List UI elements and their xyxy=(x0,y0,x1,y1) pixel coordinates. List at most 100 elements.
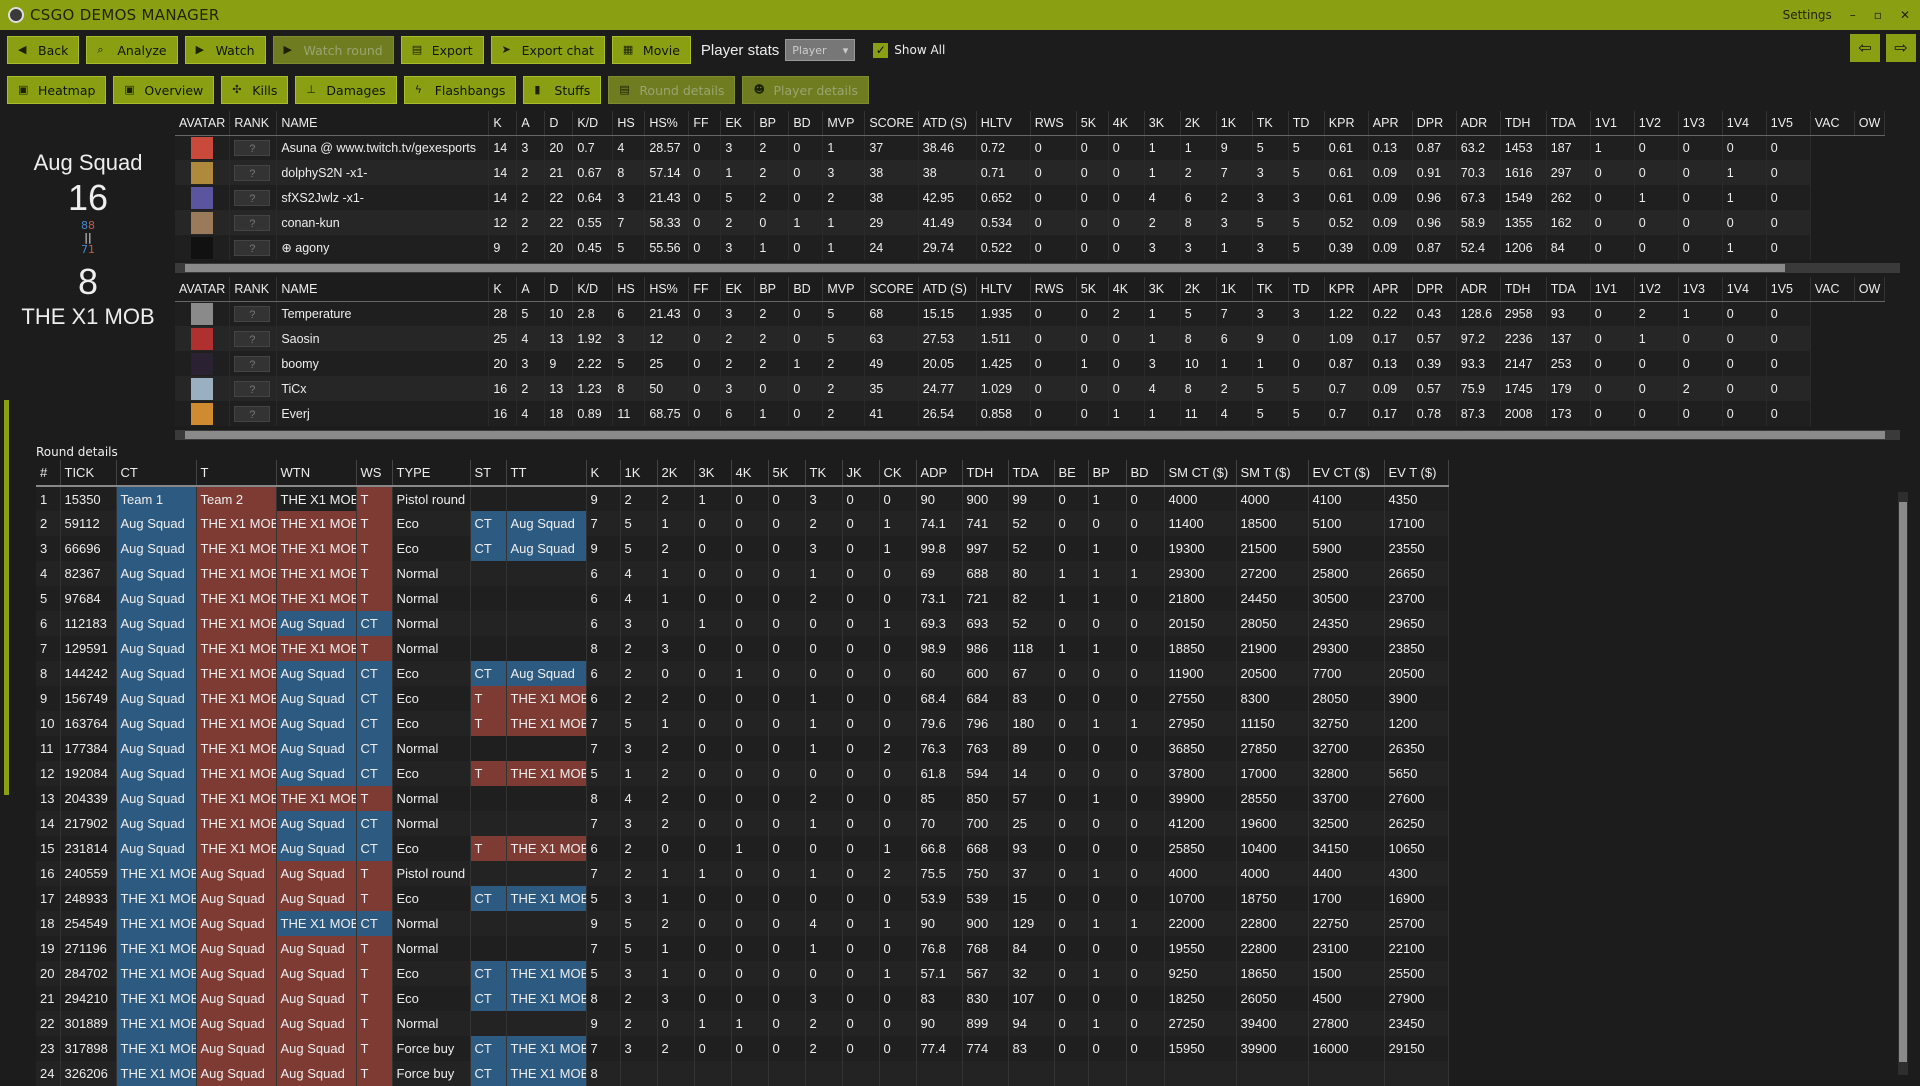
column-header[interactable]: K xyxy=(488,111,518,136)
player-row[interactable]: ? sfXS2Jwlz -x1- 14 2 22 0.64 3 21.43 0 5 2 0 2 38 42.… xyxy=(175,185,1885,210)
damages-button[interactable]: ⊥ Damages xyxy=(295,76,397,104)
column-header[interactable]: D xyxy=(544,111,574,136)
minimize-button[interactable]: – xyxy=(1850,8,1856,22)
column-header[interactable]: 2K xyxy=(1180,277,1217,302)
column-header[interactable]: NAME xyxy=(276,111,490,136)
flashbangs-button[interactable]: ϟ Flashbangs xyxy=(403,76,517,104)
column-header[interactable]: TDH xyxy=(1500,111,1547,136)
column-header[interactable]: 1V3 xyxy=(1678,277,1723,302)
column-header[interactable]: RWS xyxy=(1030,111,1077,136)
column-header[interactable]: TDA xyxy=(1546,277,1591,302)
round-row[interactable]: 14 217902 Aug Squad THE X1 MOB Aug Squad CT No… xyxy=(36,811,1449,836)
watch-button[interactable]: ▶ Watch xyxy=(184,36,266,64)
kills-button[interactable]: ✣ Kills xyxy=(221,76,289,104)
column-header[interactable]: HS xyxy=(612,111,646,136)
column-header[interactable]: 3K xyxy=(694,460,732,487)
heatmap-button[interactable]: ▣ Heatmap xyxy=(7,76,107,104)
column-header[interactable]: RANK xyxy=(229,111,278,136)
column-header[interactable]: FF xyxy=(688,277,722,302)
round-row[interactable]: 12 192084 Aug Squad THE X1 MOB Aug Squad CT Ec… xyxy=(36,761,1449,786)
show-all-checkbox[interactable]: ✓ xyxy=(873,42,889,58)
column-header[interactable]: HLTV xyxy=(976,277,1031,302)
round-row[interactable]: 16 240559 THE X1 MOB Aug Squad Aug Squad T Pis… xyxy=(36,861,1449,886)
column-header[interactable]: ST xyxy=(470,460,507,487)
column-header[interactable]: 1K xyxy=(620,460,658,487)
column-header[interactable]: ATD (S) xyxy=(918,111,977,136)
team1-horizontal-scrollbar[interactable] xyxy=(175,263,1900,273)
column-header[interactable]: 4K xyxy=(1108,277,1145,302)
column-header[interactable]: RANK xyxy=(229,277,278,302)
export-button[interactable]: ▤ Export xyxy=(400,36,484,64)
column-header[interactable]: TICK xyxy=(60,460,117,487)
round-row[interactable]: 4 82367 Aug Squad THE X1 MOB THE X1 MOB T Norm… xyxy=(36,561,1449,586)
column-header[interactable]: HS xyxy=(612,277,646,302)
round-row[interactable]: 1 15350 Team 1 Team 2 THE X1 MOB T Pistol roun… xyxy=(36,486,1449,511)
round-row[interactable]: 17 248933 THE X1 MOB Aug Squad Aug Squad T Eco… xyxy=(36,886,1449,911)
column-header[interactable]: TK xyxy=(1252,277,1289,302)
column-header[interactable]: 2K xyxy=(657,460,695,487)
analyze-button[interactable]: ⌕ Analyze xyxy=(86,36,178,64)
column-header[interactable]: BD xyxy=(788,111,824,136)
round-row[interactable]: 11 177384 Aug Squad THE X1 MOB Aug Squad CT No… xyxy=(36,736,1449,761)
column-header[interactable]: DPR xyxy=(1412,111,1457,136)
round-row[interactable]: 19 271196 THE X1 MOB Aug Squad Aug Squad T Nor… xyxy=(36,936,1449,961)
column-header[interactable]: BE xyxy=(1054,460,1089,487)
column-header[interactable]: BP xyxy=(1088,460,1127,487)
round-row[interactable]: 2 59112 Aug Squad THE X1 MOB THE X1 MOB T Eco C… xyxy=(36,511,1449,536)
column-header[interactable]: EV T ($) xyxy=(1384,460,1449,487)
column-header[interactable]: 1V1 xyxy=(1590,111,1635,136)
overview-button[interactable]: ▣ Overview xyxy=(113,76,215,104)
column-header[interactable]: 1V5 xyxy=(1766,277,1811,302)
column-header[interactable]: 1V5 xyxy=(1766,111,1811,136)
column-header[interactable]: TYPE xyxy=(392,460,471,487)
column-header[interactable]: TDH xyxy=(1500,277,1547,302)
column-header[interactable]: ADR xyxy=(1456,111,1501,136)
column-header[interactable]: HS% xyxy=(644,111,690,136)
column-header[interactable]: SCORE xyxy=(864,277,919,302)
round-row[interactable]: 24 326206 THE X1 MOB Aug Squad Aug Squad T For… xyxy=(36,1061,1449,1086)
export-chat-button[interactable]: ➤ Export chat xyxy=(490,36,605,64)
column-header[interactable]: SCORE xyxy=(864,111,919,136)
column-header[interactable]: ADP xyxy=(916,460,963,487)
column-header[interactable]: # xyxy=(36,460,61,487)
column-header[interactable]: EV CT ($) xyxy=(1308,460,1385,487)
nav-back-button[interactable]: ⇦ xyxy=(1850,34,1880,62)
column-header[interactable]: 4K xyxy=(731,460,769,487)
column-header[interactable]: 5K xyxy=(1076,277,1109,302)
column-header[interactable]: 1K xyxy=(1216,277,1253,302)
column-header[interactable]: BP xyxy=(754,111,790,136)
column-header[interactable]: TDH xyxy=(962,460,1009,487)
column-header[interactable]: K/D xyxy=(572,111,614,136)
round-row[interactable]: 7 129591 Aug Squad THE X1 MOB THE X1 MOB T Nor… xyxy=(36,636,1449,661)
column-header[interactable]: OW xyxy=(1854,111,1886,136)
round-row[interactable]: 18 254549 THE X1 MOB Aug Squad THE X1 MOB CT N… xyxy=(36,911,1449,936)
column-header[interactable]: EK xyxy=(720,277,756,302)
player-row[interactable]: ? conan-kun 12 2 22 0.55 7 58.33 0 2 0 1 1 29 41.49 0.5… xyxy=(175,210,1885,235)
column-header[interactable]: A xyxy=(516,111,546,136)
nav-forward-button[interactable]: ⇨ xyxy=(1886,34,1916,62)
round-row[interactable]: 10 163764 Aug Squad THE X1 MOB Aug Squad CT Ec… xyxy=(36,711,1449,736)
round-row[interactable]: 23 317898 THE X1 MOB Aug Squad Aug Squad T For… xyxy=(36,1036,1449,1061)
round-row[interactable]: 13 204339 Aug Squad THE X1 MOB THE X1 MOB T No… xyxy=(36,786,1449,811)
column-header[interactable]: 4K xyxy=(1108,111,1145,136)
column-header[interactable]: 5K xyxy=(768,460,806,487)
column-header[interactable]: TDA xyxy=(1546,111,1591,136)
column-header[interactable]: DPR xyxy=(1412,277,1457,302)
column-header[interactable]: VAC xyxy=(1810,277,1855,302)
round-row[interactable]: 21 294210 THE X1 MOB Aug Squad Aug Squad T Eco… xyxy=(36,986,1449,1011)
column-header[interactable]: EK xyxy=(720,111,756,136)
column-header[interactable]: K xyxy=(586,460,621,487)
column-header[interactable]: 5K xyxy=(1076,111,1109,136)
column-header[interactable]: 1V1 xyxy=(1590,277,1635,302)
column-header[interactable]: T xyxy=(196,460,277,487)
movie-button[interactable]: ▦ Movie xyxy=(611,36,691,64)
column-header[interactable]: 3K xyxy=(1144,111,1181,136)
column-header[interactable]: TDA xyxy=(1008,460,1055,487)
column-header[interactable]: 1V4 xyxy=(1722,277,1767,302)
maximize-button[interactable]: ▫ xyxy=(1874,8,1882,22)
column-header[interactable]: AVATAR xyxy=(175,111,231,136)
column-header[interactable]: MVP xyxy=(822,277,866,302)
column-header[interactable]: FF xyxy=(688,111,722,136)
round-row[interactable]: 6 112183 Aug Squad THE X1 MOB Aug Squad CT Nor… xyxy=(36,611,1449,636)
column-header[interactable]: JK xyxy=(842,460,880,487)
